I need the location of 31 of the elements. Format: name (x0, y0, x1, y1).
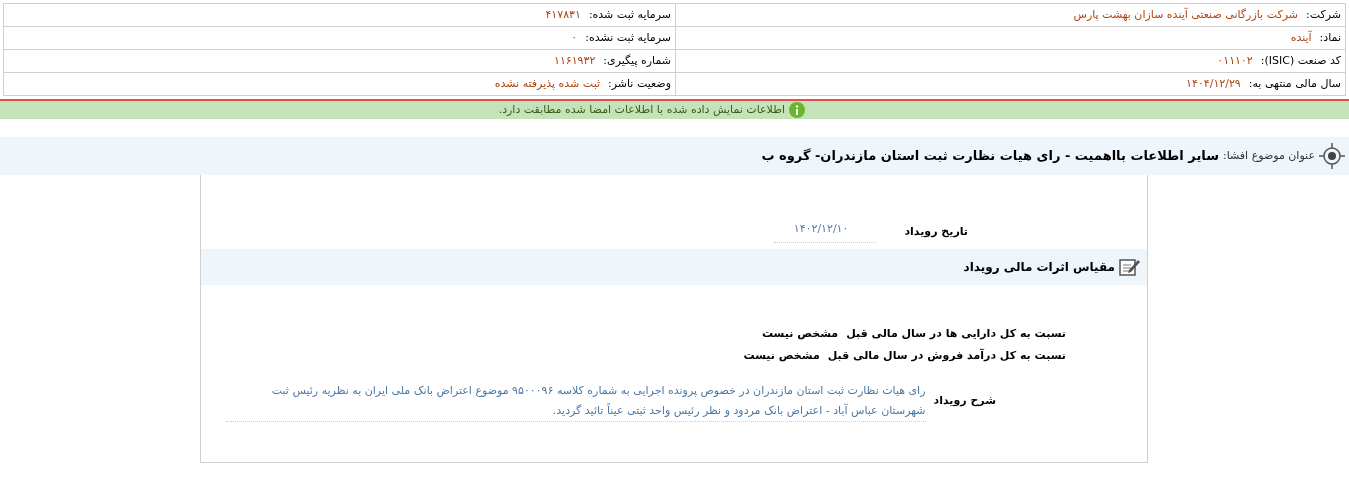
event-date-label: تاریخ رویداد (904, 223, 968, 240)
field-label: وضعیت ناشر: (608, 75, 671, 92)
field-value: ۱۴۰۴/۱۲/۲۹ (1186, 75, 1241, 92)
ratio-label: نسبت به کل درآمد فروش در سال مالی قبل (827, 348, 1066, 365)
notice-text: اطلاعات نمایش داده شده با اطلاعات امضا شده مطابقت دارد. (498, 101, 785, 118)
field-label: کد صنعت (ISIC): (1260, 52, 1341, 69)
ratio-value: مشخص نیست (761, 326, 839, 343)
field-value: ۴۱۷۸۳۱ (545, 6, 581, 23)
field-value: آینده (1290, 29, 1312, 46)
field-value: ۱۱۶۱۹۳۲ (553, 52, 596, 69)
target-icon (1319, 143, 1345, 169)
info-icon (789, 102, 805, 118)
section-title: مقیاس اثرات مالی رویداد (963, 258, 1115, 276)
disclosure-label: عنوان موضوع افشا: (1222, 147, 1315, 164)
field-label: سال مالی منتهی به: (1248, 75, 1341, 92)
disclosure-title: سایر اطلاعات بااهمیت - رای هیات نظارت ثبت استان مازندران- گروه ب (761, 147, 1219, 166)
ratio-value: مشخص نیست (743, 348, 820, 365)
field-value: شرکت بازرگانی صنعتی آینده سازان بهشت پارس (1073, 6, 1298, 23)
field-label: سرمایه ثبت شده: (588, 6, 671, 23)
description-text: رای هیات نظارت ثبت استان مازندران در خصوص پرونده اجرایی به شماره کلاسه ۹۵۰۰۰۹۶ موضوع اعتراض بانک ملی ایران به نظریه رئیس ثبت شهرستان عباس آباد - اعتراض بانک مردود و نظر رئیس واحد ثبتی عیناً تائید گردید. (225, 380, 926, 422)
description-label: شرح رویداد (933, 392, 996, 409)
field-label: شرکت: (1305, 6, 1341, 23)
field-value: ۰ (571, 29, 578, 46)
field-label: نماد: (1319, 29, 1341, 46)
event-date-value: ۱۴۰۲/۱۲/۱۰ (774, 221, 877, 243)
edit-note-icon (1119, 256, 1141, 277)
field-value: ۰۱۱۱۰۲ (1217, 52, 1253, 69)
field-label: سرمایه ثبت نشده: (585, 29, 671, 46)
field-value: ثبت شده پذیرفته نشده (494, 75, 600, 92)
field-label: شماره پیگیری: (603, 52, 671, 69)
ratio-label: نسبت به کل دارایی ها در سال مالی قبل (846, 326, 1066, 343)
